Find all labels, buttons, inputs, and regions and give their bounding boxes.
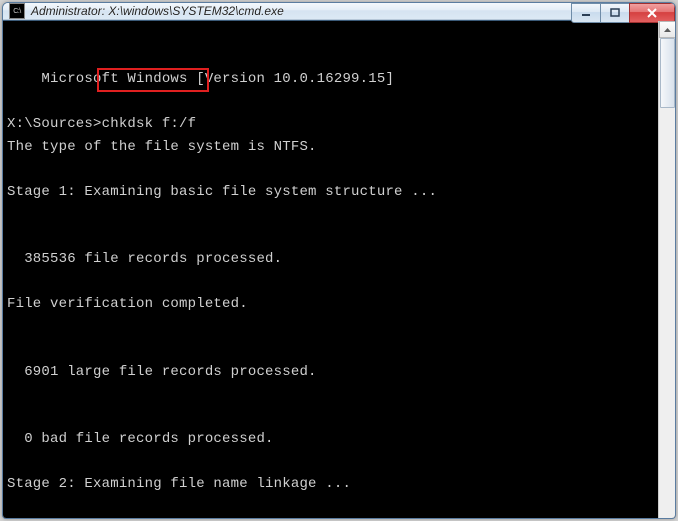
vertical-scrollbar[interactable] bbox=[658, 21, 675, 519]
scroll-thumb[interactable] bbox=[660, 38, 675, 108]
maximize-icon bbox=[610, 8, 620, 18]
minimize-icon bbox=[581, 8, 591, 18]
scroll-up-button[interactable] bbox=[659, 21, 676, 38]
window-title: Administrator: X:\windows\SYSTEM32\cmd.e… bbox=[31, 4, 284, 18]
titlebar[interactable]: C:\ Administrator: X:\windows\SYSTEM32\c… bbox=[3, 3, 675, 20]
close-icon bbox=[646, 8, 658, 18]
minimize-button[interactable] bbox=[571, 3, 601, 23]
cmd-window: C:\ Administrator: X:\windows\SYSTEM32\c… bbox=[2, 2, 676, 519]
terminal-output[interactable]: Microsoft Windows [Version 10.0.16299.15… bbox=[3, 21, 658, 519]
client-area: Microsoft Windows [Version 10.0.16299.15… bbox=[3, 20, 675, 519]
window-controls bbox=[572, 3, 675, 23]
command-highlight-box bbox=[97, 68, 209, 92]
chevron-up-icon bbox=[664, 28, 671, 32]
maximize-button[interactable] bbox=[600, 3, 630, 23]
cmd-icon: C:\ bbox=[9, 3, 25, 19]
close-button[interactable] bbox=[629, 3, 675, 23]
